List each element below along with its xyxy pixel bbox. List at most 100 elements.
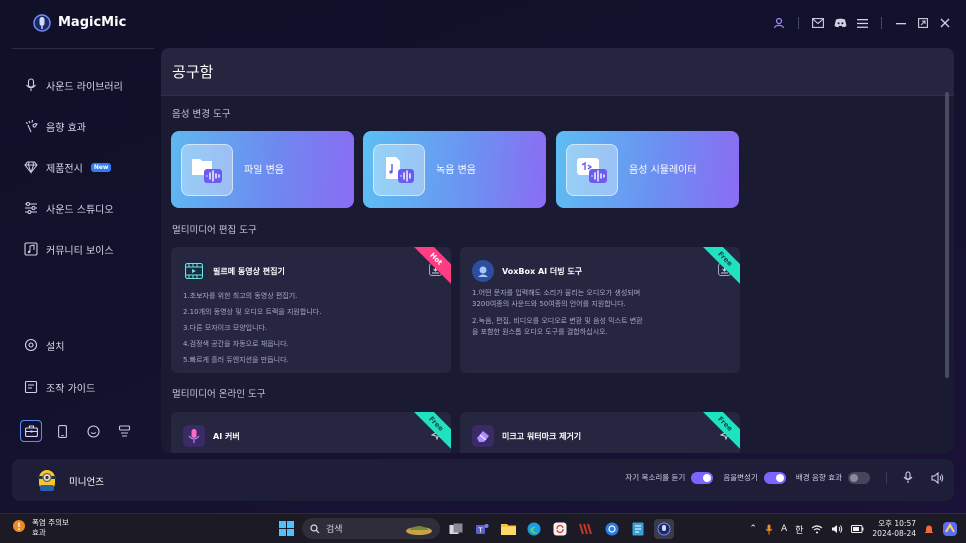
windows-start-icon[interactable] [276, 519, 296, 539]
filmora-video-editor-card[interactable]: 필르메 동영상 편집기 Hot 1.초보자를 위한 최고의 동영상 편집기. 2… [171, 247, 451, 373]
sidebar-item-label: 사운드 스튜디오 [46, 204, 114, 216]
sidebar-item-label: 조작 가이드 [46, 383, 96, 395]
search-icon [310, 523, 320, 533]
divider [881, 17, 882, 29]
desc-line: 3.다른 모자이크 모양입니다. [183, 324, 268, 332]
desc-line: 3200여종의 사운드와 50여종의 언어를 지원합니다. [472, 300, 626, 308]
card-label: 파일 변음 [244, 165, 284, 176]
volume-icon[interactable] [831, 524, 843, 534]
ime-mode-han[interactable]: 한 [795, 523, 803, 536]
menu-icon[interactable] [853, 14, 871, 32]
background-effect-toggle[interactable] [848, 471, 870, 484]
restore-icon[interactable] [914, 14, 932, 32]
sidebar-item-sound-effects[interactable]: 음향 효과 [24, 115, 86, 137]
voice-simulator-card[interactable]: 음성 시뮬레이터 [556, 131, 739, 208]
windows-taskbar: 폭염 주의보 효과 검색 T ⌃ A 한 오후 10:57 2024-08-24 [0, 513, 966, 543]
edge-browser-icon[interactable] [524, 519, 544, 539]
desc-line: 4.검정색 공간을 자동으로 채웁니다. [183, 340, 289, 348]
ai-cover-card[interactable]: AI 커버 Free [171, 412, 451, 453]
tool-name: 미크고 워터마크 제거기 [502, 432, 582, 441]
diamond-icon [24, 161, 38, 174]
sidebar-item-label: 사운드 라이브러리 [46, 81, 123, 93]
close-icon[interactable] [936, 14, 954, 32]
divider [886, 471, 887, 484]
minion-avatar-icon[interactable] [36, 468, 58, 492]
page-title: 공구함 [172, 63, 214, 81]
sidebar-item-sound-studio[interactable]: 사운드 스튜디오 [24, 197, 114, 219]
scrollbar[interactable] [945, 92, 949, 378]
sliders-icon [25, 202, 37, 214]
wifi-icon[interactable] [811, 524, 823, 534]
ime-mode-a[interactable]: A [781, 524, 787, 534]
sync-app-icon[interactable] [550, 519, 570, 539]
desc-line: 1.초보자를 위한 최고의 동영상 편집기. [183, 292, 298, 300]
watermark-remover-card[interactable]: 미크고 워터마크 제거기 Free [460, 412, 740, 453]
hear-self-label: 자기 목소리를 듣기 [625, 473, 686, 482]
voxbox-dubbing-card[interactable]: VoxBox AI 더빙 도구 Free 1.어떤 문자를 입력해도 소리가 울… [460, 247, 740, 373]
copilot-icon[interactable] [942, 521, 958, 537]
tool-description: 1.어떤 문자를 입력해도 소리가 울리는 오디오가 생성되며 3200여종의 … [472, 288, 643, 338]
sidebar-item-label: 설치 [46, 341, 65, 353]
toolbox-tab[interactable] [20, 420, 42, 442]
file-explorer-icon[interactable] [498, 519, 518, 539]
panel-header: 공구함 [161, 48, 954, 96]
gear-icon [24, 338, 38, 352]
teams-icon[interactable]: T [472, 519, 492, 539]
eraser-icon [472, 425, 494, 447]
tool-name: AI 커버 [213, 432, 240, 441]
notification-bell-icon[interactable] [924, 524, 934, 535]
current-voice-name: 미니언즈 [69, 477, 104, 488]
tray-chevron-icon[interactable]: ⌃ [749, 524, 757, 534]
speaker-icon[interactable] [931, 471, 944, 484]
sidebar-item-community-voice[interactable]: 커뮤니티 보이스 [24, 238, 114, 260]
battery-icon[interactable] [851, 525, 864, 533]
weather-subtitle: 효과 [32, 528, 46, 537]
notepad-icon[interactable] [628, 519, 648, 539]
tool-description: 1.초보자를 위한 최고의 동영상 편집기. 2.10개의 동영상 및 오디오 … [183, 288, 321, 368]
file-voice-change-card[interactable]: 파일 변음 [171, 131, 354, 208]
magicmic-logo-icon [33, 13, 51, 33]
system-tray: ⌃ A 한 오후 10:57 2024-08-24 [749, 519, 958, 539]
voice-changer-label: 음을변성기 [723, 473, 758, 482]
video-editor-icon [183, 260, 205, 282]
sidebar-item-settings[interactable]: 설치 [24, 334, 64, 356]
clock[interactable]: 오후 10:57 2024-08-24 [872, 519, 916, 539]
sidebar-item-label: 커뮤니티 보이스 [46, 245, 114, 257]
task-view-icon[interactable] [446, 519, 466, 539]
weather-title: 폭염 주의보 [32, 518, 69, 527]
user-icon[interactable] [770, 14, 788, 32]
card-label: 녹음 변음 [436, 165, 476, 176]
browser-app-icon[interactable] [602, 519, 622, 539]
phone-tab[interactable] [51, 420, 73, 442]
sidebar-item-label: 음향 효과 [46, 122, 86, 134]
sidebar-item-guide[interactable]: 조작 가이드 [24, 376, 95, 398]
weather-alert-icon [13, 520, 25, 532]
winrar-icon[interactable] [576, 519, 596, 539]
section-title-voice-tools: 음성 변경 도구 [172, 109, 231, 120]
mail-icon[interactable] [809, 14, 827, 32]
sidebar-item-sound-library[interactable]: 사운드 라이브러리 [24, 74, 123, 96]
discord-icon[interactable] [831, 14, 849, 32]
toolbox-panel: 공구함 음성 변경 도구 파일 변음 녹음 변음 음성 시뮬레이터 멀티미디어 … [161, 48, 954, 453]
game-tab[interactable] [113, 420, 135, 442]
magicmic-taskbar-icon[interactable] [654, 518, 674, 539]
voice-changer-toggle[interactable] [763, 471, 786, 484]
tray-microphone-icon[interactable] [765, 524, 773, 535]
section-title-media-online: 멀티미디어 온라인 도구 [172, 389, 266, 400]
sidebar-item-showcase[interactable]: 제품전시 New [24, 156, 112, 178]
microphone-icon[interactable] [903, 471, 913, 484]
ai-cover-icon [183, 425, 205, 447]
microphone-icon [26, 78, 36, 91]
title-bar: MagicMic [0, 0, 966, 46]
desc-line: 1.어떤 문자를 입력해도 소리가 울리는 오디오가 생성되며 [472, 289, 641, 297]
background-effect-label: 배경 음향 효과 [795, 473, 842, 482]
new-badge: New [90, 162, 112, 172]
minimize-icon[interactable] [892, 14, 910, 32]
chat-tab[interactable] [82, 420, 104, 442]
hear-self-toggle[interactable] [691, 471, 714, 484]
taskbar-search[interactable]: 검색 [302, 518, 440, 539]
search-placeholder: 검색 [326, 525, 343, 535]
voxbox-icon [472, 260, 494, 282]
divider [798, 17, 799, 29]
recording-voice-change-card[interactable]: 녹음 변음 [363, 131, 546, 208]
